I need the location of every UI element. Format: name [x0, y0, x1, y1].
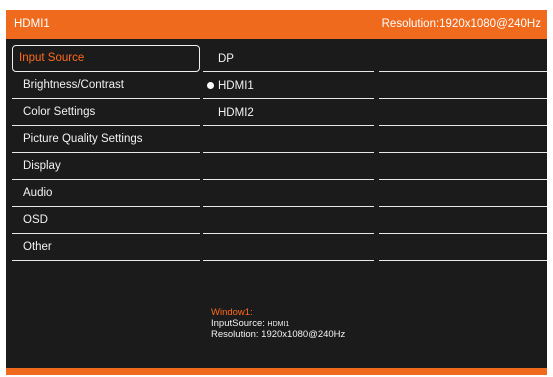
empty-cell: [203, 126, 374, 153]
menu-item-display[interactable]: Display: [12, 153, 200, 180]
empty-cell: [379, 153, 547, 180]
menu-item-other[interactable]: Other: [12, 234, 200, 261]
current-input-title: HDMI1: [14, 18, 50, 30]
option-hdmi2[interactable]: HDMI2: [203, 99, 374, 126]
selected-dot-icon: [207, 82, 214, 89]
menu-item-color-settings[interactable]: Color Settings: [12, 99, 200, 126]
option-label: DP: [218, 53, 234, 65]
empty-cell: [379, 207, 547, 234]
option-label: HDMI1: [218, 80, 254, 92]
menu-item-picture-quality-settings[interactable]: Picture Quality Settings: [12, 126, 200, 153]
main-menu: Input Source Brightness/Contrast Color S…: [12, 45, 200, 261]
resolution-line: Resolution: 1920x1080@240Hz: [211, 329, 346, 341]
empty-cell: [379, 99, 547, 126]
menu-item-audio[interactable]: Audio: [12, 180, 200, 207]
empty-cell: [379, 72, 547, 99]
option-hdmi1[interactable]: HDMI1: [203, 72, 374, 99]
empty-cell: [203, 207, 374, 234]
empty-cell: [379, 45, 547, 72]
option-label: HDMI2: [218, 107, 254, 119]
menu-item-osd[interactable]: OSD: [12, 207, 200, 234]
menu-item-input-source[interactable]: Input Source: [12, 45, 200, 72]
osd-window: HDMI1 Resolution:1920x1080@240Hz Input S…: [6, 10, 547, 375]
empty-cell: [203, 180, 374, 207]
empty-cell: [203, 153, 374, 180]
menu-item-brightness-contrast[interactable]: Brightness/Contrast: [12, 72, 200, 99]
option-dp[interactable]: DP: [203, 45, 374, 72]
empty-cell: [203, 234, 374, 261]
resolution-label: Resolution:: [211, 329, 259, 340]
resolution-readout: Resolution:1920x1080@240Hz: [381, 18, 541, 30]
submenu-column: DP HDMI1 HDMI2: [203, 45, 374, 261]
input-source-value: HDMI1: [267, 320, 290, 328]
input-source-label: InputSource:: [211, 317, 265, 329]
empty-cell: [379, 126, 547, 153]
empty-cell: [379, 180, 547, 207]
osd-header: HDMI1 Resolution:1920x1080@240Hz: [6, 10, 547, 39]
window-info: Window1: InputSource: HDMI1 Resolution: …: [211, 307, 346, 341]
footer-bar: [6, 368, 547, 375]
empty-cell: [379, 234, 547, 261]
resolution-value: 1920x1080@240Hz: [261, 329, 346, 340]
value-column: [379, 45, 547, 261]
